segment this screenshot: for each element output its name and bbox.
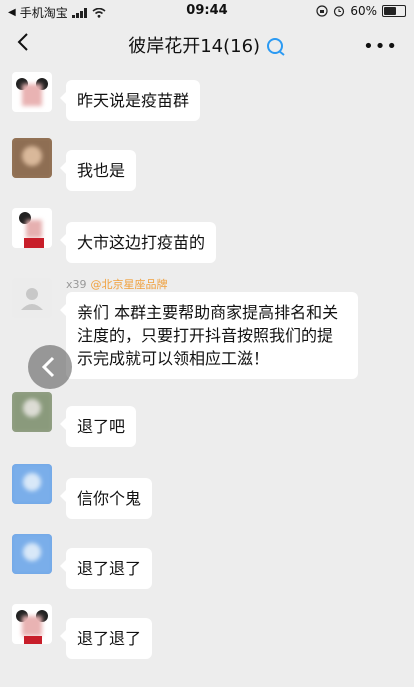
message-bubble[interactable]: 退了退了	[59, 548, 153, 589]
sender-tag: @北京星座品牌	[90, 278, 168, 291]
message-bubble[interactable]: 大市这边打疫苗的	[59, 222, 217, 263]
message-bubble[interactable]: 亲们 本群主要帮助商家提高排名和关注度的，只要打开抖音按照我们的提示完成就可以领…	[60, 292, 358, 379]
more-options-icon[interactable]: •••	[363, 36, 398, 57]
chat-header: 彼岸花开14(16) •••	[0, 22, 414, 66]
avatar[interactable]	[12, 138, 52, 178]
chevron-left-icon	[41, 356, 55, 378]
lock-rotation-icon	[316, 5, 328, 17]
sender-name: x39 @北京星座品牌	[66, 278, 168, 291]
avatar[interactable]	[12, 72, 52, 112]
message-bubble[interactable]: 我也是	[59, 150, 137, 191]
battery-icon	[382, 5, 406, 17]
avatar[interactable]	[12, 534, 52, 574]
chat-title: 彼岸花开14(16)	[0, 32, 414, 58]
message-bubble[interactable]: 退了退了	[59, 618, 153, 659]
avatar[interactable]	[12, 392, 52, 432]
avatar[interactable]	[12, 604, 52, 644]
chat-bubble-icon	[266, 38, 285, 56]
battery-percent: 60%	[350, 4, 377, 18]
message-bubble[interactable]: 昨天说是疫苗群	[59, 80, 201, 121]
message-bubble[interactable]: 退了吧	[59, 406, 137, 447]
avatar[interactable]	[12, 278, 52, 318]
alarm-icon	[334, 6, 345, 17]
floating-back-button[interactable]	[28, 345, 72, 389]
status-bar: ◀ 手机淘宝 09:44 60%	[0, 0, 414, 22]
avatar[interactable]	[12, 464, 52, 504]
message-bubble[interactable]: 信你个鬼	[59, 478, 153, 519]
status-right: 60%	[316, 4, 406, 18]
avatar[interactable]	[12, 208, 52, 248]
